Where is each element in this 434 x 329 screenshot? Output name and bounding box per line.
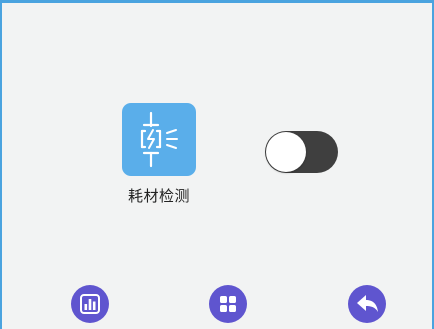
consumable-sensor-icon bbox=[140, 111, 178, 168]
toggle-knob bbox=[266, 132, 306, 172]
consumable-detection-toggle[interactable] bbox=[265, 131, 338, 173]
bar-chart-icon bbox=[80, 294, 100, 314]
back-button[interactable] bbox=[348, 285, 386, 323]
feature-label: 耗材检测 bbox=[127, 187, 190, 205]
menu-button[interactable] bbox=[209, 285, 247, 323]
statistics-button[interactable] bbox=[71, 285, 109, 323]
consumable-detection-tile[interactable] bbox=[122, 103, 196, 176]
back-arrow-icon bbox=[357, 295, 378, 312]
grid-menu-icon bbox=[220, 296, 236, 312]
device-screen: 耗材检测 bbox=[0, 0, 434, 329]
